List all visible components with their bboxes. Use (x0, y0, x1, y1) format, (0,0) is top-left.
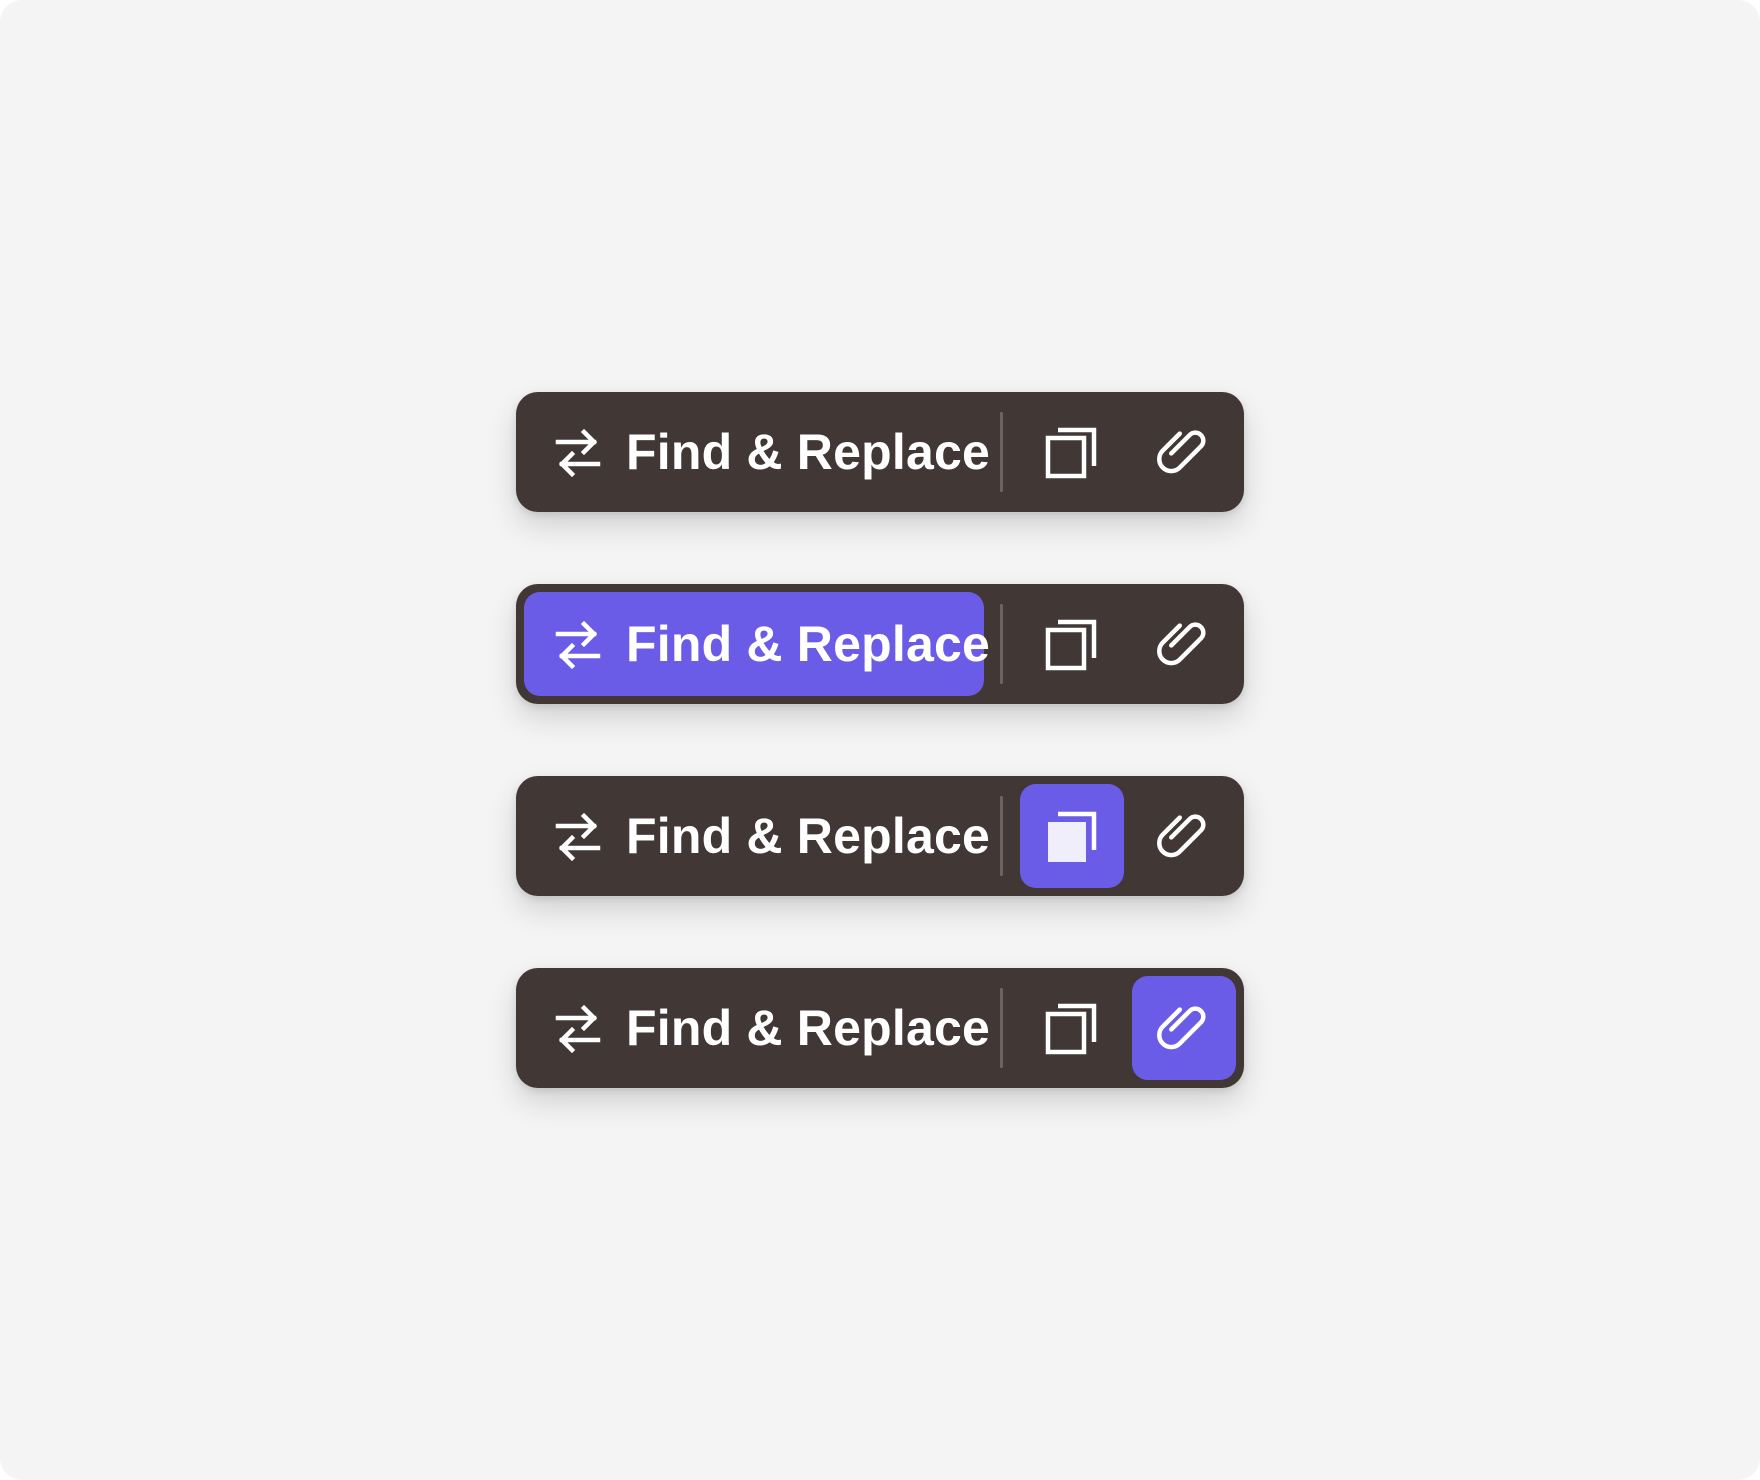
find-replace-label: Find & Replace (626, 1000, 990, 1056)
copy-button[interactable] (1020, 784, 1124, 888)
swap-arrows-icon (554, 808, 602, 864)
find-replace-button[interactable]: Find & Replace (524, 400, 990, 504)
toolbar-variants: Find & Replace Find & Replace Find & Rep… (516, 392, 1244, 1088)
attach-button[interactable] (1132, 592, 1236, 696)
paperclip-icon (1154, 614, 1214, 674)
swap-arrows-icon (554, 616, 602, 672)
copy-button[interactable] (1020, 592, 1124, 696)
find-replace-label: Find & Replace (626, 616, 990, 672)
swap-arrows-icon (554, 424, 602, 480)
toolbar-divider (1000, 796, 1003, 876)
toolbar-default: Find & Replace (516, 392, 1244, 512)
toolbar-copy-active: Find & Replace (516, 776, 1244, 896)
copy-button[interactable] (1020, 976, 1124, 1080)
find-replace-label: Find & Replace (626, 424, 990, 480)
toolbar-attach-active: Find & Replace (516, 968, 1244, 1088)
paperclip-icon (1154, 806, 1214, 866)
canvas: Find & Replace Find & Replace Find & Rep… (0, 0, 1760, 1480)
toolbar-divider (1000, 604, 1003, 684)
toolbar-divider (1000, 412, 1003, 492)
swap-arrows-icon (554, 1000, 602, 1056)
toolbar-divider (1000, 988, 1003, 1068)
copy-layers-icon (1044, 424, 1100, 480)
attach-button[interactable] (1132, 784, 1236, 888)
copy-layers-icon (1044, 616, 1100, 672)
copy-button[interactable] (1020, 400, 1124, 504)
paperclip-icon (1154, 998, 1214, 1058)
attach-button[interactable] (1132, 976, 1236, 1080)
paperclip-icon (1154, 422, 1214, 482)
copy-layers-icon (1044, 1000, 1100, 1056)
toolbar-find-replace-active: Find & Replace (516, 584, 1244, 704)
find-replace-label: Find & Replace (626, 808, 990, 864)
copy-layers-icon (1044, 808, 1100, 864)
find-replace-button[interactable]: Find & Replace (524, 976, 990, 1080)
find-replace-button[interactable]: Find & Replace (524, 784, 990, 888)
find-replace-button[interactable]: Find & Replace (524, 592, 990, 696)
attach-button[interactable] (1132, 400, 1236, 504)
